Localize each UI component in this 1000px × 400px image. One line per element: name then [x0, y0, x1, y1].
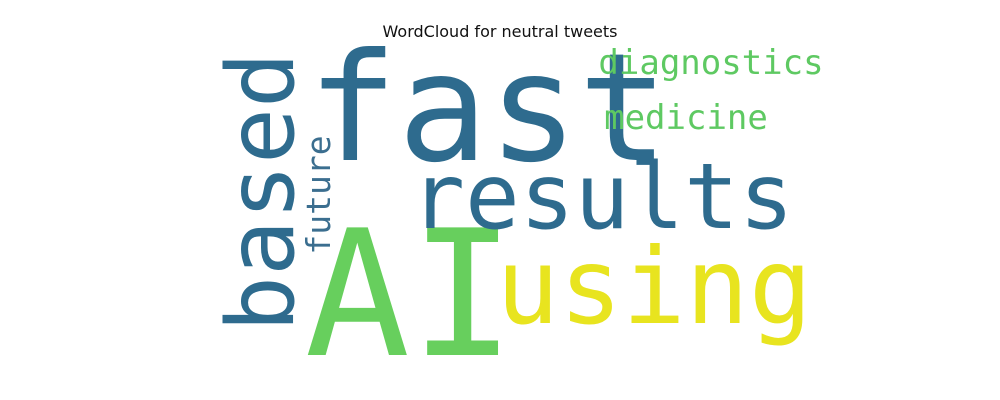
word-medicine: medicine — [604, 98, 768, 138]
wordcloud-canvas: fast AI results using based diagnostics … — [207, 22, 824, 397]
word-future: future — [299, 135, 338, 254]
word-using: using — [496, 226, 812, 348]
word-diagnostics: diagnostics — [598, 43, 823, 83]
wordcloud-figure: WordCloud for neutral tweets fast AI res… — [0, 0, 1000, 400]
